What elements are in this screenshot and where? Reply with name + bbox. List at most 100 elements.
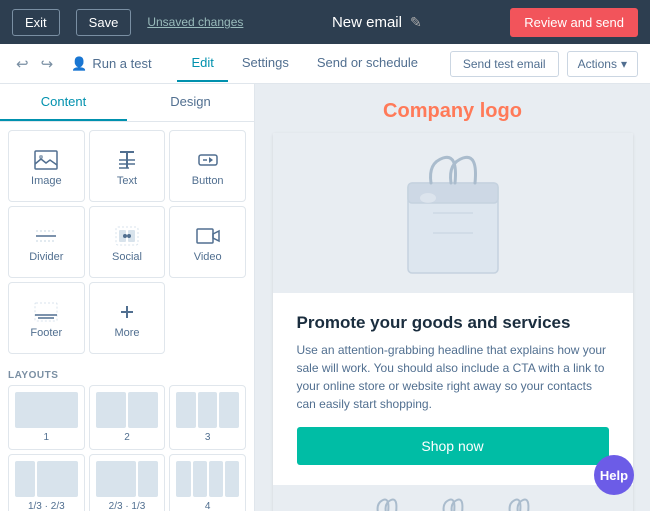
layout-col xyxy=(176,461,190,497)
email-canvas: Company logo xyxy=(273,84,633,511)
layout-col xyxy=(96,461,136,497)
footer-label: Footer xyxy=(30,327,62,339)
top-bar: Exit Save Unsaved changes New email ✎ Re… xyxy=(0,0,650,44)
button-label: Button xyxy=(192,175,224,187)
footer-icon xyxy=(34,302,58,322)
second-bar: ↩ ↪ 👤 Run a test Edit Settings Send or s… xyxy=(0,44,650,84)
divider-label: Divider xyxy=(29,251,63,263)
product-image-area xyxy=(273,133,633,293)
content-item-more[interactable]: More xyxy=(89,282,166,354)
undo-redo-group: ↩ ↪ xyxy=(12,53,57,75)
footer-bag-3 xyxy=(494,495,544,511)
layout-col xyxy=(15,392,78,428)
video-icon xyxy=(196,226,220,246)
text-label: Text xyxy=(117,175,137,187)
content-item-button[interactable]: Button xyxy=(169,130,246,202)
send-test-email-button[interactable]: Send test email xyxy=(450,51,559,77)
content-item-text[interactable]: Text xyxy=(89,130,166,202)
tab-send-schedule[interactable]: Send or schedule xyxy=(303,45,432,82)
company-logo-section: Company logo xyxy=(273,84,633,133)
edit-title-icon[interactable]: ✎ xyxy=(410,14,422,31)
layout-col xyxy=(198,392,218,428)
layout-1-3-2-3[interactable]: 1/3 · 2/3 xyxy=(8,454,85,511)
social-label: Social xyxy=(112,251,142,263)
layout-1-3-2-3-label: 1/3 · 2/3 xyxy=(28,501,65,511)
footer-bag-1 xyxy=(362,495,412,511)
layout-2-label: 2 xyxy=(124,432,130,443)
more-icon xyxy=(115,302,139,322)
exit-button[interactable]: Exit xyxy=(12,9,60,36)
run-test-button[interactable]: 👤 Run a test xyxy=(63,56,159,72)
shop-now-button[interactable]: Shop now xyxy=(297,427,609,465)
layout-col xyxy=(209,461,223,497)
help-button[interactable]: Help xyxy=(594,455,634,495)
promo-text: Use an attention-grabbing headline that … xyxy=(297,341,609,413)
layout-2-3-1-3-preview xyxy=(96,461,159,497)
email-title-area: New email ✎ xyxy=(332,14,422,31)
promo-title: Promote your goods and services xyxy=(297,313,609,333)
content-items-grid: Image Text Butto xyxy=(0,122,254,362)
layout-col xyxy=(96,392,126,428)
tab-settings[interactable]: Settings xyxy=(228,45,303,82)
button-icon xyxy=(196,150,220,170)
panel-tabs: Content Design xyxy=(0,84,254,122)
text-icon xyxy=(115,150,139,170)
layout-col xyxy=(193,461,207,497)
layout-1-col[interactable]: 1 xyxy=(8,385,85,450)
content-item-divider[interactable]: Divider xyxy=(8,206,85,278)
image-label: Image xyxy=(31,175,62,187)
content-item-video[interactable]: Video xyxy=(169,206,246,278)
left-panel: Content Design Image xyxy=(0,84,255,511)
layouts-grid: 1 2 3 xyxy=(0,385,254,511)
layout-3-preview xyxy=(176,392,239,428)
redo-button[interactable]: ↪ xyxy=(37,53,58,75)
layout-1-3-2-3-preview xyxy=(15,461,78,497)
content-item-footer[interactable]: Footer xyxy=(8,282,85,354)
layout-2-3-1-3-label: 2/3 · 1/3 xyxy=(109,501,146,511)
layout-1-preview xyxy=(15,392,78,428)
shopping-bag-image xyxy=(393,143,513,283)
email-body: Promote your goods and services Use an a… xyxy=(273,293,633,485)
layout-4-preview xyxy=(176,461,239,497)
layout-2-3-1-3[interactable]: 2/3 · 1/3 xyxy=(89,454,166,511)
email-title: New email xyxy=(332,14,402,31)
layout-col xyxy=(225,461,239,497)
main-area: Content Design Image xyxy=(0,84,650,511)
tab-edit[interactable]: Edit xyxy=(177,45,227,82)
tab-design[interactable]: Design xyxy=(127,84,254,121)
layout-3-label: 3 xyxy=(205,432,211,443)
layout-4-label: 4 xyxy=(205,501,211,511)
layout-1-label: 1 xyxy=(44,432,50,443)
undo-button[interactable]: ↩ xyxy=(12,53,33,75)
save-button[interactable]: Save xyxy=(76,9,132,36)
layout-col xyxy=(15,461,35,497)
actions-label: Actions xyxy=(578,57,617,71)
footer-bag-2 xyxy=(428,495,478,511)
tab-content[interactable]: Content xyxy=(0,84,127,121)
email-canvas-area: Company logo xyxy=(255,84,650,511)
second-bar-left: ↩ ↪ 👤 Run a test xyxy=(12,53,160,75)
social-icon xyxy=(115,226,139,246)
actions-button[interactable]: Actions ▾ xyxy=(567,51,638,77)
email-card: Promote your goods and services Use an a… xyxy=(273,133,633,511)
top-bar-right: Review and send xyxy=(510,8,638,37)
layout-col xyxy=(219,392,239,428)
top-bar-left: Exit Save Unsaved changes xyxy=(12,9,243,36)
unsaved-changes-link[interactable]: Unsaved changes xyxy=(147,15,243,29)
layout-2-preview xyxy=(96,392,159,428)
image-icon xyxy=(34,150,58,170)
layout-col xyxy=(128,392,158,428)
layout-col xyxy=(138,461,158,497)
review-send-button[interactable]: Review and send xyxy=(510,8,638,37)
chevron-down-icon: ▾ xyxy=(621,57,627,71)
layout-3-col[interactable]: 3 xyxy=(169,385,246,450)
company-logo-text: Company logo xyxy=(383,100,522,122)
divider-icon xyxy=(34,226,58,246)
person-icon: 👤 xyxy=(71,56,87,72)
layout-col xyxy=(176,392,196,428)
content-item-social[interactable]: Social xyxy=(89,206,166,278)
content-item-image[interactable]: Image xyxy=(8,130,85,202)
layout-4-col[interactable]: 4 xyxy=(169,454,246,511)
run-test-label: Run a test xyxy=(92,56,151,71)
layout-2-col[interactable]: 2 xyxy=(89,385,166,450)
